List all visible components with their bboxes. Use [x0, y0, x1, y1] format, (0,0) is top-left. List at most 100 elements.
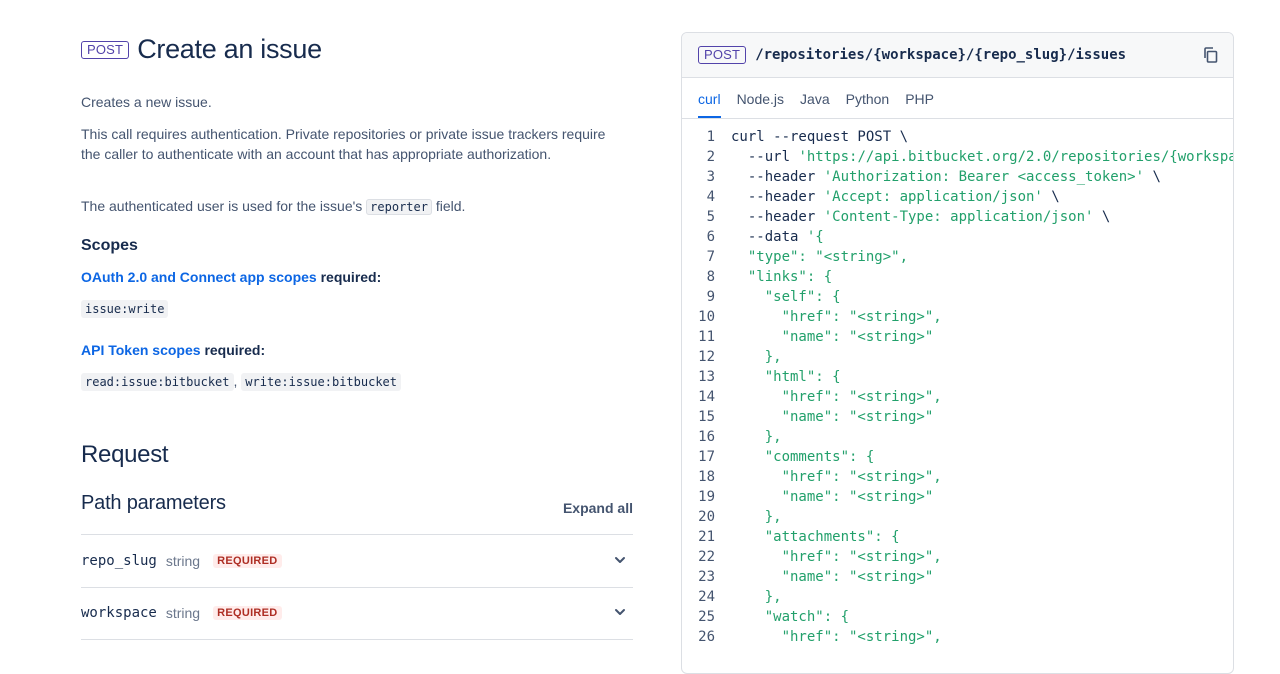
code-text: "html": { [731, 369, 841, 385]
scope-chip: issue:write [81, 300, 169, 318]
required-badge: REQUIRED [213, 554, 282, 568]
code-text: "href": "<string>", [731, 549, 942, 565]
line-number: 23 [698, 569, 715, 585]
code-line: 7 "type": "<string>", [682, 247, 1233, 267]
code-line: 20 }, [682, 507, 1233, 527]
line-number: 12 [698, 349, 715, 365]
scope-chip: write:issue:bitbucket [241, 373, 401, 391]
tab-python[interactable]: Python [846, 78, 890, 118]
code-text: }, [731, 349, 782, 365]
required-badge: REQUIRED [213, 606, 282, 620]
line-number: 1 [706, 129, 715, 145]
code-line: 17 "comments": { [682, 447, 1233, 467]
line-number: 19 [698, 489, 715, 505]
code-line: 9 "self": { [682, 287, 1233, 307]
code-line: 16 }, [682, 427, 1233, 447]
title-row: POST Create an issue [81, 34, 322, 65]
code-line: 26 "href": "<string>", [682, 627, 1233, 647]
line-number: 14 [698, 389, 715, 405]
endpoint-path: /repositories/{workspace}/{repo_slug}/is… [755, 47, 1127, 63]
api-scopes-list: read:issue:bitbucket, write:issue:bitbuc… [81, 373, 401, 391]
code-text: --data '{ [731, 229, 824, 245]
code-line: 2 --url 'https://api.bitbucket.org/2.0/r… [682, 147, 1233, 167]
oauth-scopes-link[interactable]: OAuth 2.0 and Connect app scopes [81, 269, 317, 285]
code-text: --header 'Accept: application/json' \ [731, 189, 1060, 205]
line-number: 8 [706, 269, 715, 285]
code-text: "self": { [731, 289, 841, 305]
code-text: --header 'Content-Type: application/json… [731, 209, 1111, 225]
code-text: "name": "<string>" [731, 489, 934, 505]
tab-java[interactable]: Java [800, 78, 830, 118]
copy-icon[interactable] [1202, 46, 1220, 64]
code-text: "href": "<string>", [731, 469, 942, 485]
reporter-note: The authenticated user is used for the i… [81, 198, 466, 215]
code-text: "href": "<string>", [731, 389, 942, 405]
code-text: "links": { [731, 269, 833, 285]
code-line: 3 --header 'Authorization: Bearer <acces… [682, 167, 1233, 187]
param-row-repo-slug[interactable]: repo_slug string REQUIRED [81, 535, 633, 588]
line-number: 9 [706, 289, 715, 305]
api-scopes-line: API Token scopes required: [81, 342, 266, 358]
line-number: 22 [698, 549, 715, 565]
code-text: }, [731, 589, 782, 605]
line-number: 26 [698, 629, 715, 645]
code-text: --header 'Authorization: Bearer <access_… [731, 169, 1161, 185]
code-text: "href": "<string>", [731, 309, 942, 325]
reporter-code: reporter [366, 199, 432, 215]
chevron-down-icon[interactable] [613, 553, 627, 567]
page-title: Create an issue [137, 34, 322, 64]
code-line: 1 curl --request POST \ [682, 127, 1233, 147]
scope-chip: read:issue:bitbucket [81, 373, 234, 391]
code-line: 24 }, [682, 587, 1233, 607]
code-line: 5 --header 'Content-Type: application/js… [682, 207, 1233, 227]
oauth-scopes-line: OAuth 2.0 and Connect app scopes require… [81, 269, 382, 285]
code-line: 12 }, [682, 347, 1233, 367]
line-number: 25 [698, 609, 715, 625]
scopes-heading: Scopes [81, 237, 138, 254]
code-line: 21 "attachments": { [682, 527, 1233, 547]
line-number: 18 [698, 469, 715, 485]
code-text: }, [731, 509, 782, 525]
code-line: 8 "links": { [682, 267, 1233, 287]
description-auth: This call requires authentication. Priva… [81, 126, 606, 162]
code-line: 22 "href": "<string>", [682, 547, 1233, 567]
expand-all-button[interactable]: Expand all [563, 500, 633, 516]
code-line: 19 "name": "<string>" [682, 487, 1233, 507]
line-number: 5 [706, 209, 715, 225]
line-number: 21 [698, 529, 715, 545]
language-tabs: curl Node.js Java Python PHP [682, 78, 1233, 119]
method-badge: POST [81, 40, 130, 59]
code-line: 4 --header 'Accept: application/json' \ [682, 187, 1233, 207]
code-text: }, [731, 429, 782, 445]
method-badge: POST [698, 46, 747, 64]
code-text: curl --request POST \ [731, 129, 909, 145]
code-text: "comments": { [731, 449, 875, 465]
tab-nodejs[interactable]: Node.js [737, 78, 784, 118]
line-number: 24 [698, 589, 715, 605]
line-number: 4 [706, 189, 715, 205]
code-line: 18 "href": "<string>", [682, 467, 1233, 487]
code-line: 11 "name": "<string>" [682, 327, 1233, 347]
code-line: 10 "href": "<string>", [682, 307, 1233, 327]
code-text: "name": "<string>" [731, 569, 934, 585]
param-name: workspace [81, 605, 157, 621]
code-text: "name": "<string>" [731, 409, 934, 425]
code-sample-panel: POST /repositories/{workspace}/{repo_slu… [681, 32, 1234, 674]
oauth-scopes-list: issue:write [81, 300, 169, 318]
api-token-scopes-link[interactable]: API Token scopes [81, 342, 201, 358]
chevron-down-icon[interactable] [613, 605, 627, 619]
tab-php[interactable]: PHP [905, 78, 934, 118]
tab-curl[interactable]: curl [698, 78, 721, 118]
code-text: --url 'https://api.bitbucket.org/2.0/rep… [731, 149, 1233, 165]
code-line: 15 "name": "<string>" [682, 407, 1233, 427]
line-number: 20 [698, 509, 715, 525]
line-number: 17 [698, 449, 715, 465]
line-number: 11 [698, 329, 715, 345]
description-intro: Creates a new issue. [81, 94, 212, 110]
code-text: "watch": { [731, 609, 850, 625]
code-line: 6 --data '{ [682, 227, 1233, 247]
param-row-workspace[interactable]: workspace string REQUIRED [81, 587, 633, 640]
line-number: 2 [706, 149, 715, 165]
code-text: "href": "<string>", [731, 629, 942, 645]
code-line: 25 "watch": { [682, 607, 1233, 627]
